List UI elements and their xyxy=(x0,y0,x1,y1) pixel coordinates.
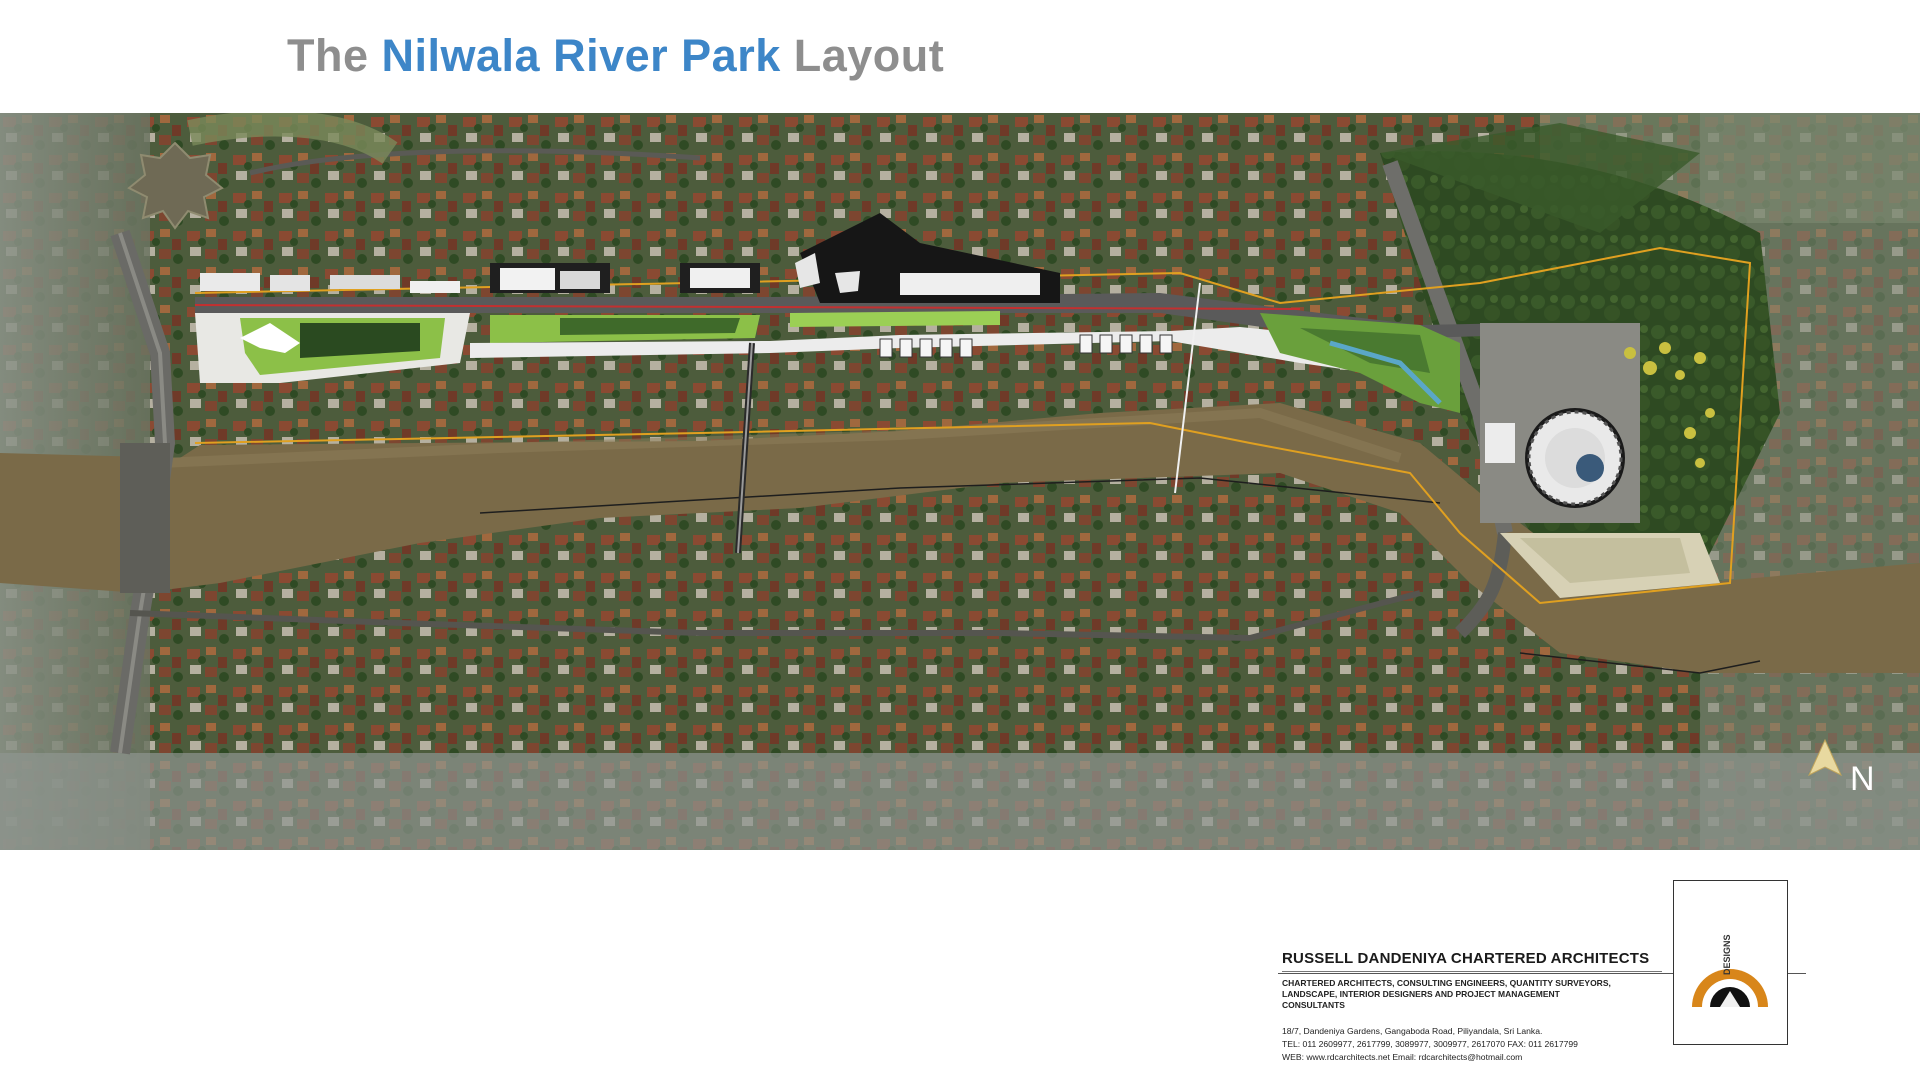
title-suffix: Layout xyxy=(780,30,945,81)
north-label: N xyxy=(1850,760,1875,798)
firm-web: WEB: www.rdcarchitects.net Email: rdcarc… xyxy=(1282,1052,1523,1062)
logo-text: DESIGNS xyxy=(1722,934,1732,975)
firm-info: RUSSELL DANDENIYA CHARTERED ARCHITECTS C… xyxy=(1282,950,1662,1063)
title-highlight: Nilwala River Park xyxy=(381,30,781,81)
map-drawing xyxy=(0,113,1920,850)
firm-name: RUSSELL DANDENIYA CHARTERED ARCHITECTS xyxy=(1282,950,1662,972)
firm-address: 18/7, Dandeniya Gardens, Gangaboda Road,… xyxy=(1282,1026,1543,1036)
firm-services: CHARTERED ARCHITECTS, CONSULTING ENGINEE… xyxy=(1282,978,1611,1010)
aerial-site-map xyxy=(0,113,1920,850)
firm-tel: TEL: 011 2609977, 2617799, 3089977, 3009… xyxy=(1282,1039,1578,1049)
title-prefix: The xyxy=(287,30,382,81)
page-title: The Nilwala River Park Layout xyxy=(287,30,944,82)
